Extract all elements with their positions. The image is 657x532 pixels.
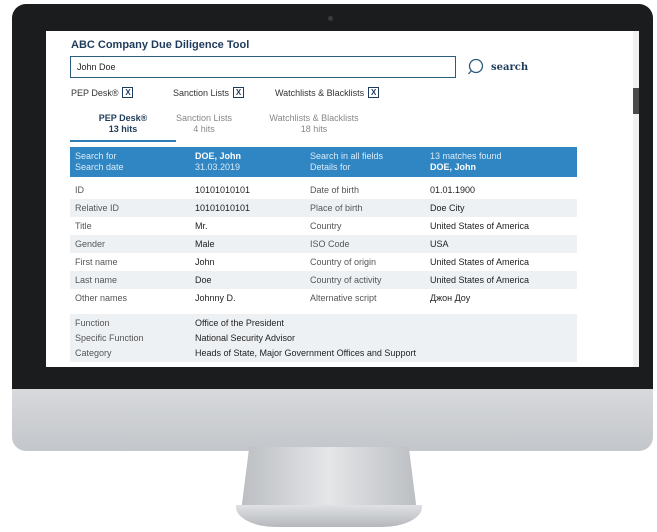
search-input[interactable]: John Doe	[70, 56, 456, 78]
details-for-label: Details for	[310, 162, 351, 172]
monitor-bezel: ABC Company Due Diligence Tool John Doe …	[12, 4, 653, 389]
table-row: Relative ID 10101010101 Place of birth Doe …	[70, 199, 577, 217]
field-label: Last name	[75, 275, 118, 285]
tab-count: 18 hits	[300, 124, 328, 134]
field-value: 10101010101	[195, 203, 251, 213]
field-label: Relative ID	[75, 203, 120, 213]
tab-count: 13 hits	[108, 124, 138, 134]
watchlists-blacklists-checkbox[interactable]: X	[368, 87, 380, 98]
field-label: First name	[75, 257, 118, 267]
tab-watchlists-blacklists[interactable]: Watchlists & Blacklists 18 hits	[259, 113, 369, 135]
category-value: Heads of State, Major Government Offices…	[195, 348, 416, 358]
field-label: ID	[75, 185, 84, 195]
table-row: Last name Doe Country of activity United St…	[70, 271, 577, 289]
search-button[interactable]: search	[491, 62, 528, 73]
field-value: 10101010101	[195, 185, 251, 195]
function-label: Function	[75, 318, 110, 328]
specific-function-label: Specific Function	[75, 333, 144, 343]
table-row: Title Mr. Country United States of America	[70, 217, 577, 235]
monitor-base	[236, 505, 422, 527]
field-value: USA	[430, 239, 449, 249]
search-date-label: Search date	[75, 162, 124, 172]
filter-label: Sanction Lists	[173, 87, 230, 98]
field-label: ISO Code	[310, 239, 350, 249]
tab-sanction-lists[interactable]: Sanction Lists 4 hits	[164, 113, 244, 135]
search-in-label: Search in all fields	[310, 151, 384, 161]
field-label: Date of birth	[310, 185, 360, 195]
app-title: ABC Company Due Diligence Tool	[71, 39, 250, 51]
category-label: Category	[75, 348, 112, 358]
tab-count: 4 hits	[193, 124, 215, 134]
function-value: Office of the President	[195, 318, 284, 328]
filter-label: Watchlists & Blacklists	[275, 87, 365, 98]
tab-label: Watchlists & Blacklists	[269, 113, 359, 123]
scrollbar-thumb[interactable]	[633, 88, 639, 114]
filter-pep-desk[interactable]: PEP Desk® X	[71, 87, 134, 98]
table-row: ID 10101010101 Date of birth 01.01.1900	[70, 181, 577, 199]
scrollbar[interactable]	[633, 31, 639, 367]
active-tab-indicator	[70, 140, 176, 142]
field-value: Johnny D.	[195, 293, 236, 303]
field-value: Mr.	[195, 221, 208, 231]
field-label: Country	[310, 221, 342, 231]
field-value: Джон Доу	[430, 293, 471, 303]
filter-watchlists-blacklists[interactable]: Watchlists & Blacklists X	[275, 87, 380, 98]
field-label: Title	[75, 221, 92, 231]
result-summary-band: Search for Search date DOE, John 31.03.2…	[70, 147, 577, 177]
field-label: Country of activity	[310, 275, 382, 285]
monitor-stand	[241, 447, 417, 507]
webcam	[328, 16, 333, 21]
field-label: Other names	[75, 293, 128, 303]
table-row: Other names Johnny D. Alternative script Дж…	[70, 289, 577, 307]
tab-label: Sanction Lists	[175, 113, 233, 123]
field-label: Place of birth	[310, 203, 363, 213]
search-for-value: DOE, John	[195, 151, 242, 161]
monitor-chin	[12, 389, 653, 451]
sanction-lists-checkbox[interactable]: X	[233, 87, 245, 98]
field-value: 01.01.1900	[430, 185, 476, 195]
field-value: John	[195, 257, 215, 267]
matches-found: 13 matches found	[430, 151, 502, 161]
field-label: Alternative script	[310, 293, 377, 303]
pep-desk-checkbox[interactable]: X	[122, 87, 134, 98]
field-value: Doe City	[430, 203, 465, 213]
filter-label: PEP Desk®	[71, 87, 119, 98]
field-label: Country of origin	[310, 257, 377, 267]
field-label: Gender	[75, 239, 106, 249]
search-icon[interactable]	[467, 57, 487, 77]
search-for-label: Search for	[75, 151, 117, 161]
field-value: Male	[195, 239, 215, 249]
table-row: Gender Male ISO Code USA	[70, 235, 577, 253]
table-row: First name John Country of origin United St…	[70, 253, 577, 271]
filter-sanction-lists[interactable]: Sanction Lists X	[173, 87, 245, 98]
field-value: United States of America	[430, 221, 530, 231]
specific-function-value: National Security Advisor	[195, 333, 296, 343]
field-value: United States of America	[430, 257, 530, 267]
tab-label: PEP Desk®	[98, 113, 148, 123]
function-block: Function Office of the President Specifi…	[70, 314, 577, 362]
screen: ABC Company Due Diligence Tool John Doe …	[46, 31, 639, 367]
search-date-value: 31.03.2019	[195, 162, 241, 172]
details-for-value: DOE, John	[430, 162, 477, 172]
monitor: ABC Company Due Diligence Tool John Doe …	[12, 4, 653, 451]
field-value: Doe	[195, 275, 212, 285]
field-value: United States of America	[430, 275, 530, 285]
tab-pep-desk[interactable]: PEP Desk® 13 hits	[70, 113, 176, 135]
